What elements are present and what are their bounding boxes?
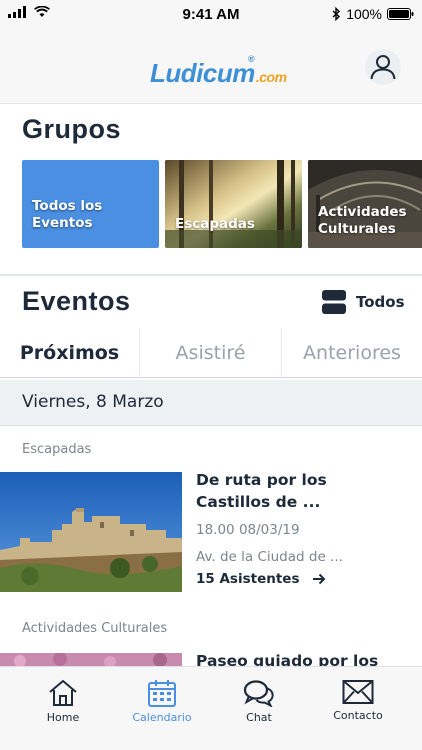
battery-icon [387,8,414,20]
event-datetime: 18.00 08/03/19 [196,522,300,538]
forest-image [165,160,302,248]
group-card-label: Escapadas [175,216,255,232]
event-image[interactable] [0,472,182,592]
event-title-line: De ruta por los [196,471,327,489]
groups-carousel[interactable]: Todos los Eventos Escapadas Actividades … [22,160,422,248]
group-card-todos[interactable]: Todos los Eventos [22,160,159,248]
filter-icon [322,290,346,314]
section-divider [0,274,422,276]
status-right: 100% [332,6,414,22]
blossom-image [0,652,182,666]
tab-chat[interactable]: Chat [214,679,304,724]
group-card-culturales[interactable]: Actividades Culturales [308,160,422,248]
logo-registered: ® [248,54,255,64]
tab-contacto[interactable]: Contacto [313,679,403,722]
arrow-right-icon [312,573,325,585]
tab-calendario-label: Calendario [132,711,192,724]
castle-image [0,472,182,592]
app-header: Ludicum.com ® [0,30,422,104]
mail-icon [342,680,374,704]
status-bar: 9:41 AM 100% [0,0,422,30]
app-logo: Ludicum.com ® [150,54,287,89]
event-title[interactable]: De ruta por los Castillos de ... [196,469,406,513]
tab-calendario[interactable]: Calendario [117,679,207,724]
tab-contacto-label: Contacto [333,709,383,722]
event-title[interactable]: Paseo guiado por los [196,650,406,666]
calendar-icon [148,680,176,707]
event-category: Escapadas [22,442,92,457]
event-title-line: Paseo guiado por los [196,652,379,666]
battery-percent: 100% [346,6,382,22]
event-attendees[interactable]: 15 Asistentes [196,571,326,587]
logo-main: Ludicum [150,58,255,88]
tab-asistire[interactable]: Asistiré [140,328,282,378]
tab-home[interactable]: Home [18,679,108,724]
group-card-escapadas[interactable]: Escapadas [165,160,302,248]
home-icon [49,679,77,706]
filter-button[interactable]: Todos [322,290,405,314]
user-icon [365,49,401,85]
profile-button[interactable] [364,48,402,86]
eventos-title: Eventos [22,286,131,316]
bluetooth-icon [332,7,341,21]
tab-home-label: Home [46,711,80,724]
grupos-title: Grupos [22,114,122,144]
date-text: Viernes, 8 Marzo [22,392,164,412]
tab-chat-label: Chat [246,711,272,724]
event-image[interactable] [0,652,182,666]
tab-anteriores[interactable]: Anteriores [282,328,422,378]
filter-label: Todos [356,293,405,311]
event-address: Av. de la Ciudad de ... [196,549,343,565]
event-title-line: Castillos de ... [196,493,321,511]
event-tabs: Próximos Asistiré Anteriores [0,328,422,378]
event-category: Actividades Culturales [22,621,168,636]
tab-proximos[interactable]: Próximos [0,328,140,378]
bottom-tab-bar: Home Calendario Chat Contacto [0,666,422,750]
chat-icon [243,680,274,707]
date-header: Viernes, 8 Marzo [0,380,422,426]
attendees-label: 15 Asistentes [196,571,300,587]
group-card-label: Todos los Eventos [32,198,103,231]
logo-suffix: .com [255,69,287,85]
group-card-label: Actividades Culturales [318,204,407,237]
